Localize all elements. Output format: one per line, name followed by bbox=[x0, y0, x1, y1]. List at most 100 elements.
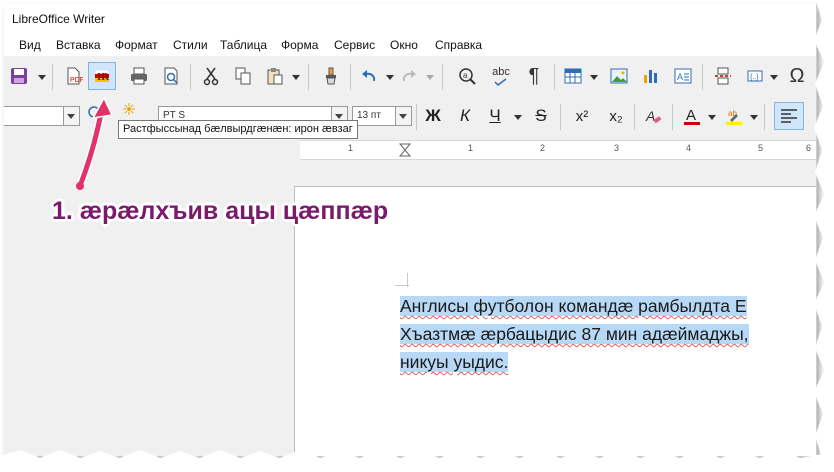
separator bbox=[702, 64, 703, 90]
bold-button[interactable]: Ж bbox=[422, 104, 444, 128]
align-left-button[interactable] bbox=[774, 102, 804, 130]
menu-format[interactable]: Формат bbox=[115, 38, 158, 52]
clone-formatting-icon[interactable] bbox=[320, 65, 342, 87]
print-preview-icon[interactable] bbox=[160, 65, 182, 87]
font-size-value: 13 пт bbox=[357, 110, 381, 121]
highlight-color-icon[interactable]: ab bbox=[722, 104, 746, 128]
ruler-mark: 1 bbox=[468, 143, 474, 153]
font-color-dropdown-icon[interactable] bbox=[708, 115, 716, 120]
svg-text:PDF: PDF bbox=[70, 77, 83, 84]
text-line: Англисы футболон командæ рамбылдта Е bbox=[400, 296, 747, 316]
update-style-icon[interactable] bbox=[84, 102, 104, 122]
ossetian-flag-icon: IR bbox=[94, 69, 110, 83]
separator bbox=[764, 104, 765, 130]
insert-textbox-icon[interactable]: A bbox=[672, 65, 694, 87]
indent-marker-icon[interactable] bbox=[399, 143, 411, 157]
svg-text:A: A bbox=[686, 107, 696, 124]
print-icon[interactable] bbox=[128, 65, 150, 87]
font-color-icon[interactable]: A bbox=[680, 104, 704, 128]
insert-chart-icon[interactable] bbox=[640, 65, 662, 87]
underline-button[interactable]: Ч bbox=[484, 104, 506, 128]
separator bbox=[52, 64, 53, 90]
undo-dropdown-icon[interactable] bbox=[386, 75, 394, 80]
separator bbox=[416, 104, 417, 130]
ruler-mark: 6 bbox=[806, 143, 812, 153]
svg-text:{..}: {..} bbox=[750, 74, 759, 81]
save-icon[interactable] bbox=[8, 65, 30, 87]
writer-window: LibreOffice Writer Вид Вставка Формат Ст… bbox=[4, 4, 817, 457]
menu-tools[interactable]: Сервис bbox=[334, 38, 375, 52]
separator bbox=[308, 64, 309, 90]
new-style-icon[interactable] bbox=[122, 102, 136, 116]
copy-icon[interactable] bbox=[232, 65, 254, 87]
ruler-mark: 4 bbox=[686, 143, 692, 153]
formatting-marks-icon[interactable]: ¶ bbox=[522, 63, 546, 89]
italic-button[interactable]: К bbox=[454, 104, 476, 128]
undo-icon[interactable] bbox=[358, 65, 380, 87]
ruler-mark: 3 bbox=[614, 143, 620, 153]
spellcheck-ossetian-button[interactable]: IR bbox=[88, 62, 116, 90]
menu-form[interactable]: Форма bbox=[281, 38, 318, 52]
insert-field-dropdown-icon[interactable] bbox=[770, 75, 778, 80]
special-character-label: Ω bbox=[789, 64, 805, 87]
align-left-icon bbox=[781, 109, 797, 123]
text-boundary-marker bbox=[407, 273, 408, 287]
formatting-marks-label: ¶ bbox=[528, 64, 540, 87]
separator bbox=[350, 64, 351, 90]
cut-icon[interactable] bbox=[200, 65, 222, 87]
svg-text:a: a bbox=[463, 71, 468, 80]
tooltip: Растфыссынад бæлвырдгæнæн: ирон æвзаг bbox=[118, 120, 358, 139]
svg-text:A: A bbox=[677, 72, 683, 82]
separator bbox=[554, 64, 555, 90]
save-dropdown-icon[interactable] bbox=[38, 75, 46, 80]
spelling-label: abc bbox=[492, 65, 510, 78]
separator bbox=[190, 64, 191, 90]
insert-page-break-icon[interactable] bbox=[712, 65, 734, 87]
menu-help[interactable]: Справка bbox=[435, 38, 482, 52]
underline-dropdown-icon[interactable] bbox=[514, 115, 522, 120]
redo-icon[interactable] bbox=[398, 65, 420, 87]
superscript-button[interactable]: x² bbox=[570, 104, 594, 128]
insert-image-icon[interactable] bbox=[608, 65, 630, 87]
document-paragraph[interactable]: Англисы футболон командæ рамбылдта Е Хъа… bbox=[400, 292, 834, 376]
menu-view[interactable]: Вид bbox=[19, 38, 41, 52]
separator bbox=[442, 64, 443, 90]
subscript-button[interactable]: x₂ bbox=[604, 104, 628, 128]
highlight-dropdown-icon[interactable] bbox=[750, 115, 758, 120]
ruler-mark: 2 bbox=[540, 143, 546, 153]
strikethrough-button[interactable]: S bbox=[530, 104, 552, 128]
separator bbox=[634, 104, 635, 130]
menu-bar: Вид Вставка Формат Стили Таблица Форма С… bbox=[4, 32, 816, 56]
text-line: Хъазтмæ æрбацыдис 87 мин адæймаджы, bbox=[400, 324, 749, 344]
special-character-icon[interactable]: Ω bbox=[784, 63, 810, 89]
insert-table-icon[interactable] bbox=[562, 65, 584, 87]
export-pdf-icon[interactable]: PDF bbox=[62, 65, 84, 87]
svg-text:IR: IR bbox=[97, 71, 110, 83]
ruler-mark: 5 bbox=[758, 143, 764, 153]
annotation-label: 1. æрæлхъив ацы цæппæр bbox=[52, 197, 389, 225]
separator bbox=[672, 104, 673, 130]
menu-window[interactable]: Окно bbox=[390, 38, 418, 52]
menu-styles[interactable]: Стили bbox=[173, 38, 208, 52]
clear-formatting-icon[interactable]: A bbox=[642, 105, 664, 127]
title-bar: LibreOffice Writer bbox=[4, 4, 816, 32]
standard-toolbar: PDF IR a abc ¶ A {..} Ω bbox=[4, 56, 816, 98]
insert-field-icon[interactable]: {..} bbox=[744, 65, 766, 87]
paragraph-style-combo[interactable] bbox=[4, 106, 80, 126]
font-size-combo[interactable]: 13 пт bbox=[352, 106, 412, 126]
insert-table-dropdown-icon[interactable] bbox=[590, 75, 598, 80]
window-title: LibreOffice Writer bbox=[12, 12, 105, 26]
redo-dropdown-icon[interactable] bbox=[426, 75, 434, 80]
menu-insert[interactable]: Вставка bbox=[56, 38, 101, 52]
chevron-down-icon[interactable] bbox=[395, 107, 411, 125]
paste-icon[interactable] bbox=[264, 65, 286, 87]
ruler-mark: 1 bbox=[348, 143, 354, 153]
svg-text:A: A bbox=[645, 108, 655, 124]
chevron-down-icon[interactable] bbox=[63, 107, 79, 125]
horizontal-ruler[interactable]: 1 1 2 3 4 5 6 bbox=[300, 140, 816, 160]
spelling-icon[interactable]: abc bbox=[488, 63, 514, 89]
paste-dropdown-icon[interactable] bbox=[292, 75, 300, 80]
find-replace-icon[interactable]: a bbox=[456, 65, 478, 87]
separator bbox=[560, 104, 561, 130]
menu-table[interactable]: Таблица bbox=[220, 38, 267, 52]
